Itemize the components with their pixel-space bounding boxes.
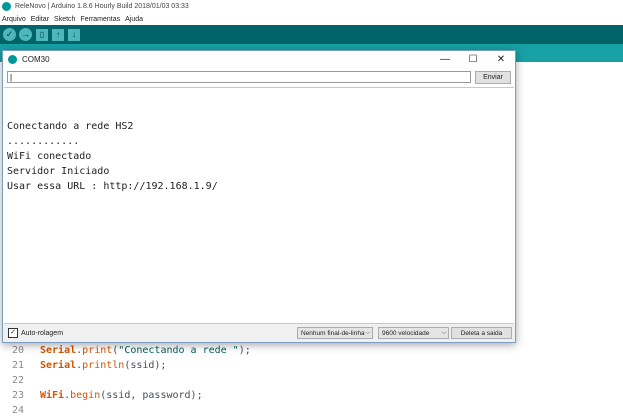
- autoscroll-checkbox[interactable]: ✓: [8, 328, 18, 338]
- code-line: 23 WiFi. begin (ssid, password);: [0, 388, 203, 402]
- output-line: Servidor Iniciado: [7, 166, 110, 177]
- code-object: Serial: [40, 344, 77, 356]
- baud-rate-select[interactable]: 9600 velocidade ⌵: [378, 327, 449, 339]
- autoscroll-toggle[interactable]: ✓ Auto-rolagem: [8, 328, 63, 338]
- open-icon[interactable]: ↑: [52, 28, 64, 41]
- line-number: 21: [11, 359, 24, 371]
- output-line: ............: [7, 136, 80, 147]
- ide-toolbar: ✓ → ▯ ↑ ↓: [0, 25, 623, 44]
- chevron-down-icon: ⌵: [441, 329, 446, 336]
- baud-rate-value: 9600 velocidade: [382, 329, 430, 337]
- line-number: 20: [11, 344, 24, 356]
- menu-editar[interactable]: Editar: [29, 16, 51, 23]
- code-line: 24: [0, 403, 40, 417]
- output-line: WiFi conectado: [7, 151, 92, 162]
- serial-monitor-title: COM30: [22, 55, 50, 64]
- ide-menu-bar: Arquivo Editar Sketch Ferramentas Ajuda: [0, 13, 623, 25]
- code-function: begin: [70, 389, 101, 401]
- autoscroll-label: Auto-rolagem: [21, 329, 64, 337]
- verify-icon[interactable]: ✓: [3, 28, 16, 41]
- menu-arquivo[interactable]: Arquivo: [0, 16, 28, 23]
- output-line: Conectando a rede HS2: [7, 121, 134, 132]
- code-function: println: [82, 359, 125, 371]
- menu-sketch[interactable]: Sketch: [52, 16, 77, 23]
- serial-monitor-title-bar[interactable]: COM30 — ☐ ✕: [3, 51, 515, 68]
- code-rest: (ssid);: [124, 359, 167, 371]
- menu-ferramentas[interactable]: Ferramentas: [78, 16, 122, 23]
- line-ending-select[interactable]: Nenhum final-de-linha ⌵: [297, 327, 373, 339]
- menu-ajuda[interactable]: Ajuda: [123, 16, 145, 23]
- line-ending-value: Nenhum final-de-linha: [301, 329, 365, 337]
- save-icon[interactable]: ↓: [68, 28, 80, 41]
- serial-monitor-window: COM30 — ☐ ✕ Enviar Conectando a rede HS2…: [2, 50, 516, 343]
- new-icon[interactable]: ▯: [36, 28, 48, 41]
- minimize-icon[interactable]: —: [431, 51, 459, 68]
- code-rest: );: [238, 344, 251, 356]
- line-number: 22: [11, 374, 24, 386]
- ide-window-title: ReleNovo | Arduino 1.8.6 Hourly Build 20…: [15, 3, 189, 10]
- code-object: WiFi: [40, 389, 65, 401]
- serial-output-area[interactable]: Conectando a rede HS2 ............ WiFi …: [4, 87, 514, 324]
- code-line: 21 Serial. println (ssid);: [0, 358, 167, 372]
- line-number: 23: [11, 389, 24, 401]
- ide-title-bar: ReleNovo | Arduino 1.8.6 Hourly Build 20…: [0, 0, 623, 13]
- serial-input-row: Enviar: [7, 70, 511, 84]
- send-button[interactable]: Enviar: [475, 70, 511, 84]
- close-icon[interactable]: ✕: [487, 51, 515, 68]
- output-line: Usar essa URL : http://192.168.1.9/: [7, 181, 218, 192]
- chevron-down-icon: ⌵: [365, 329, 370, 336]
- clear-output-button[interactable]: Deleta a saida: [451, 327, 512, 339]
- code-rest: (ssid, password);: [100, 389, 203, 401]
- code-object: Serial: [40, 359, 77, 371]
- serial-status-bar: ✓ Auto-rolagem Nenhum final-de-linha ⌵ 9…: [3, 324, 515, 342]
- arduino-app-icon: [2, 2, 11, 11]
- upload-icon[interactable]: →: [19, 28, 32, 41]
- serial-send-input[interactable]: [7, 71, 471, 83]
- code-line: 22: [0, 373, 40, 387]
- code-function: print: [82, 344, 113, 356]
- window-controls: — ☐ ✕: [431, 51, 515, 68]
- maximize-icon[interactable]: ☐: [459, 51, 487, 68]
- code-line: 20 Serial. print("Conectando a rede ");: [0, 343, 251, 357]
- line-number: 24: [11, 404, 24, 416]
- code-string: "Conectando a rede ": [118, 344, 239, 356]
- arduino-app-icon: [8, 55, 17, 64]
